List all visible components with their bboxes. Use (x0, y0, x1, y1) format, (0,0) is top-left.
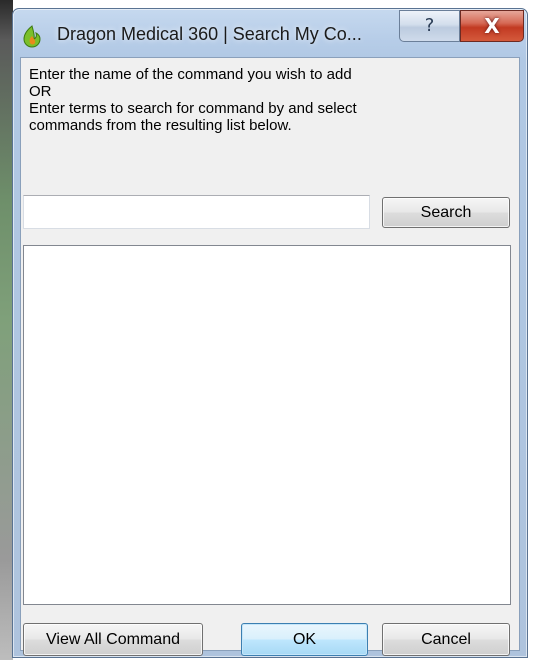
instruction-line: OR (29, 83, 52, 100)
close-x-icon: X (484, 14, 500, 38)
instructions-text: Enter the name of the command you wish t… (29, 66, 509, 134)
results-list[interactable] (23, 245, 511, 605)
view-all-command-button[interactable]: View All Command (23, 623, 203, 656)
search-button[interactable]: Search (382, 197, 510, 228)
dialog-body: Enter the name of the command you wish t… (20, 57, 520, 656)
instruction-line: Enter the name of the command you wish t… (29, 66, 352, 83)
title-bar[interactable]: Dragon Medical 360 | Search My Co... ? X (13, 9, 527, 55)
help-button[interactable]: ? (399, 10, 460, 42)
dragon-flame-icon (23, 25, 41, 48)
search-input[interactable] (23, 195, 370, 229)
ok-button[interactable]: OK (241, 623, 368, 656)
question-mark-icon: ? (424, 15, 435, 36)
window-title: Dragon Medical 360 | Search My Co... (57, 24, 362, 44)
instruction-line: Enter terms to search for command by and… (29, 100, 357, 117)
dialog-window: Dragon Medical 360 | Search My Co... ? X… (12, 8, 528, 658)
close-button[interactable]: X (460, 10, 524, 42)
instruction-line: commands from the resulting list below. (29, 117, 292, 134)
cancel-button[interactable]: Cancel (382, 623, 510, 656)
